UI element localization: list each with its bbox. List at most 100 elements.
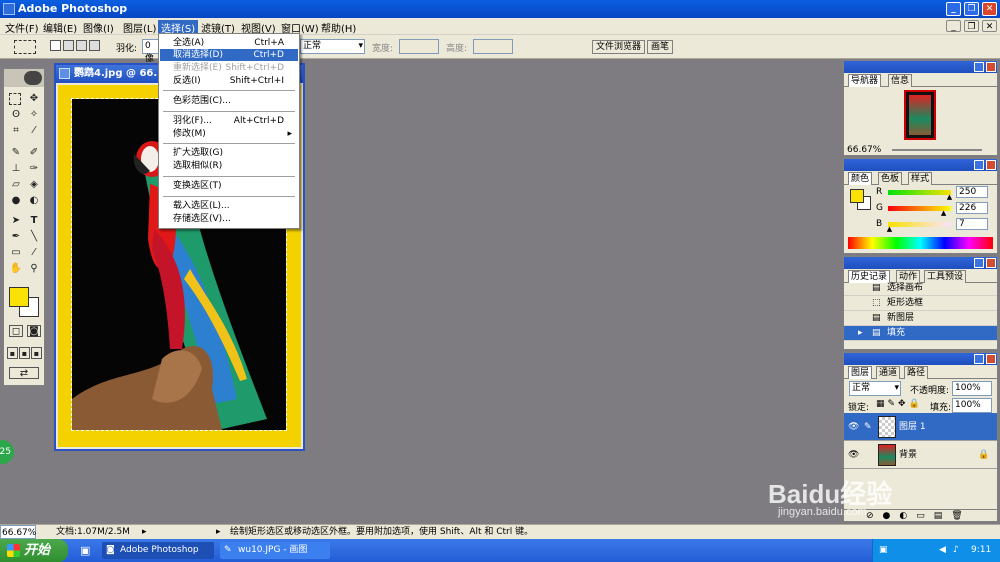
eye-icon[interactable]: 👁 [848,413,859,441]
notes-tool-icon[interactable]: ▭ [9,247,23,259]
lasso-tool-icon[interactable]: ʘ [9,109,23,121]
history-item-selected[interactable]: ▸ ▤ 填充 [844,326,997,341]
jump-to-imageready-icon[interactable]: ⇄ [9,367,39,379]
zoom-tool-icon[interactable]: ⚲ [27,263,41,275]
layer-row-selected[interactable]: 👁 ✎ 图层 1 [844,413,997,441]
history-item[interactable]: ▤ 选择画布 [844,281,997,296]
adobe-eye-icon[interactable] [24,71,42,85]
restore-button[interactable]: ❐ [964,2,979,16]
slider-r[interactable]: ▲ [888,190,952,201]
hand-tool-icon[interactable]: ✋ [9,263,23,275]
path-selection-icon[interactable]: ➤ [9,215,23,227]
side-badge[interactable]: 25 [0,440,14,464]
menu-image[interactable]: 图像(I) [80,20,117,35]
menu-item-modify[interactable]: 修改(M) ▸ [160,128,298,140]
history-item[interactable]: ▤ 新图层 [844,311,997,326]
tab-channels[interactable]: 通道 [876,366,901,379]
panel-header[interactable] [844,61,997,73]
foreground-color-swatch[interactable] [9,287,29,307]
panel-header[interactable] [844,353,997,365]
slider-g[interactable]: ▲ [888,206,951,217]
panel-close-button[interactable] [986,160,996,170]
menu-item-transform-selection[interactable]: 变换选区(T) [160,180,298,192]
layer-row[interactable]: 👁 背景 🔒 [844,441,997,469]
menu-item-select-all[interactable]: 全选(A) Ctrl+A [160,37,298,49]
brush-link-icon[interactable]: ✎ [864,413,872,441]
marquee-preset-icon[interactable] [14,40,36,54]
menu-item-grow[interactable]: 扩大选取(G) [160,147,298,159]
quick-mask-icon[interactable]: ◙ [27,325,41,337]
lock-icons[interactable]: ▦✎✥🔒 [876,399,923,409]
taskbar-item-paint[interactable]: ✎ wu10.JPG - 画图 [220,542,330,559]
screen-mode-full-menu-icon[interactable]: ▪ [19,347,30,359]
panel-minimize-button[interactable] [974,258,984,268]
menu-layer[interactable]: 图层(L) [120,20,159,35]
panel-minimize-button[interactable] [974,62,984,72]
screen-mode-standard-icon[interactable]: ▪ [7,347,18,359]
crop-tool-icon[interactable]: ⌗ [9,125,23,137]
value-b[interactable]: 7 [956,218,988,230]
tab-color[interactable]: 颜色 [848,172,873,185]
panel-close-button[interactable] [986,354,996,364]
menu-file[interactable]: 文件(F) [2,20,42,35]
start-button[interactable]: 开始 [0,539,68,562]
screen-mode-full-icon[interactable]: ▪ [31,347,42,359]
tab-swatches[interactable]: 色板 [878,172,903,185]
style-select[interactable]: 正常 ▾ [300,39,365,54]
panel-minimize-button[interactable] [974,160,984,170]
quick-launch-icon[interactable]: ▣ [80,544,90,557]
history-item[interactable]: ⬚ 矩形选框 [844,296,997,311]
type-tool-icon[interactable]: T [27,215,41,227]
doc-minimize-button[interactable]: _ [946,20,961,32]
tray-back-icon[interactable]: ◀ [939,539,946,562]
taskbar-item-photoshop[interactable]: ◙ Adobe Photoshop [102,542,214,559]
eyedropper-icon[interactable]: ⁄ [27,247,41,259]
fg-color-swatch[interactable] [850,189,864,203]
dodge-tool-icon[interactable]: ◐ [27,195,41,207]
tab-paths[interactable]: 路径 [904,366,929,379]
menu-item-inverse[interactable]: 反选(I) Shift+Ctrl+I [160,75,298,87]
magic-wand-icon[interactable]: ✧ [27,109,41,121]
tab-styles[interactable]: 样式 [908,172,933,185]
brush-tool-icon[interactable]: ✐ [27,147,41,159]
opacity-input[interactable]: 100% [952,381,992,396]
paint-bucket-icon[interactable]: ◈ [27,179,41,191]
standard-mode-icon[interactable]: ◻ [9,325,23,337]
menu-item-save-selection[interactable]: 存储选区(V)... [160,213,298,225]
brushes-tab[interactable]: 画笔 [647,40,674,54]
doc-restore-button[interactable]: ❐ [964,20,979,32]
clone-stamp-icon[interactable]: ⊥ [9,163,23,175]
value-r[interactable]: 250 [956,186,988,198]
value-g[interactable]: 226 [956,202,988,214]
tray-icon[interactable]: ▣ [879,539,888,562]
panel-close-button[interactable] [986,258,996,268]
height-input[interactable] [473,39,513,54]
blur-tool-icon[interactable]: ● [9,195,23,207]
slider-b[interactable]: ▲ [887,222,951,233]
move-tool-icon[interactable]: ✥ [27,93,41,105]
minimize-button[interactable]: _ [946,2,961,16]
slider-caret-icon[interactable]: ▲ [887,226,892,233]
status-arrow-icon[interactable]: ▸ [142,525,147,539]
menu-edit[interactable]: 编辑(E) [40,20,80,35]
menu-item-reselect[interactable]: 重新选择(E) Shift+Ctrl+D [160,62,298,74]
slice-tool-icon[interactable]: ⁄ [27,125,41,137]
tray-speaker-icon[interactable]: ♪ [953,539,959,562]
selection-mode-icons[interactable] [50,40,105,54]
color-spectrum-bar[interactable] [848,237,993,249]
menu-item-deselect[interactable]: 取消选择(D) Ctrl+D [160,49,298,61]
pen-tool-icon[interactable]: ✒ [9,231,23,243]
width-input[interactable] [399,39,439,54]
healing-brush-icon[interactable]: ✎ [9,147,23,159]
close-button[interactable]: ✕ [982,2,997,16]
eraser-tool-icon[interactable]: ▱ [9,179,23,191]
navigator-thumbnail[interactable] [904,90,936,140]
panel-header[interactable] [844,257,997,269]
panel-header[interactable] [844,159,997,171]
menu-help[interactable]: 帮助(H) [318,20,359,35]
panel-close-button[interactable] [986,62,996,72]
tab-info[interactable]: 信息 [888,74,913,87]
navigator-zoom-slider[interactable] [892,149,982,151]
status-zoom[interactable]: 66.67% [0,525,36,539]
tab-navigator[interactable]: 导航器 [848,74,882,87]
